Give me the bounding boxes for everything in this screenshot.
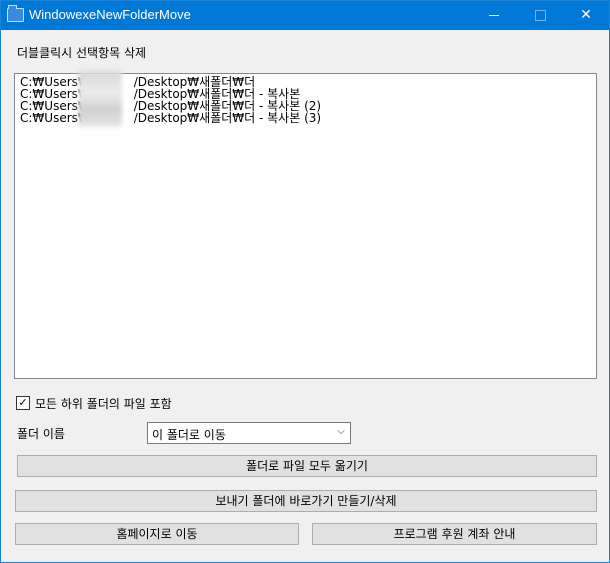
folder-name-selected: 이 폴더로 이동 (152, 428, 226, 442)
donate-info-button[interactable]: 프로그램 후원 계좌 안내 (312, 523, 597, 545)
header-label: 더블클릭시 선택항목 삭제 (17, 46, 147, 60)
list-item-suffix: /Desktop₩새폴더₩더 - 복사본 (3) (133, 111, 322, 125)
chevron-down-icon[interactable]: ⌵ (335, 425, 347, 439)
minimize-button[interactable] (471, 1, 517, 30)
close-button[interactable]: ✕ (563, 1, 609, 30)
maximize-icon (534, 9, 546, 21)
app-window: WindowexeNewFolderMove ✕ 더블클릭시 선택항목 삭제 C… (0, 0, 610, 563)
maximize-button[interactable] (517, 1, 563, 30)
include-subfolders-label[interactable]: 모든 하위 폴더의 파일 포함 (35, 395, 172, 412)
move-all-files-button[interactable]: 폴더로 파일 모두 옮기기 (17, 455, 597, 477)
folder-icon (7, 5, 24, 22)
folder-name-select[interactable]: 이 폴더로 이동 ⌵ (147, 422, 351, 444)
username-redaction (78, 71, 122, 127)
minimize-icon (489, 14, 499, 16)
sendto-shortcut-button[interactable]: 보내기 폴더에 바로가기 만들기/삭제 (15, 490, 597, 512)
homepage-button[interactable]: 홈페이지로 이동 (15, 523, 299, 545)
close-icon: ✕ (580, 7, 592, 23)
title-bar[interactable]: WindowexeNewFolderMove ✕ (1, 1, 609, 30)
window-title: WindowexeNewFolderMove (29, 7, 191, 22)
include-subfolders-checkbox[interactable]: ✓ (16, 396, 30, 410)
folder-name-label: 폴더 이름 (17, 427, 65, 441)
